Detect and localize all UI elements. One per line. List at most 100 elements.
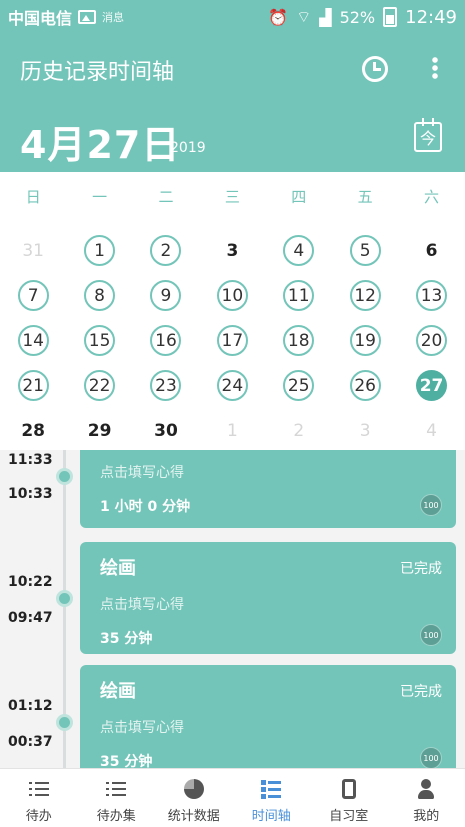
calendar-day[interactable]: 8 <box>66 273 132 318</box>
calendar-day[interactable]: 29 <box>66 408 132 453</box>
day-number: 11 <box>283 280 315 311</box>
status-icons: ⏰ ⌔ ▟ 52% 12:49 <box>268 7 457 28</box>
nav-label: 待办集 <box>96 809 136 824</box>
nav-item-timeline[interactable]: 时间轴 <box>233 769 311 827</box>
calendar-day[interactable]: 20 <box>398 318 464 363</box>
list-icon <box>28 779 49 799</box>
today-calendar-icon[interactable]: 今 <box>414 118 442 152</box>
nav-label: 自习室 <box>329 809 369 824</box>
calendar-day[interactable]: 26 <box>332 363 398 408</box>
timeline-dot <box>56 714 73 731</box>
calendar-day[interactable]: 24 <box>199 363 265 408</box>
battery-icon <box>383 7 398 27</box>
more-options-icon[interactable] <box>432 56 438 80</box>
timeline-card[interactable]: 绘画 已完成 点击填写心得 35 分钟 100 <box>80 665 456 768</box>
day-number: 27 <box>416 370 448 401</box>
calendar-day[interactable]: 10 <box>199 273 265 318</box>
card-duration: 35 分钟 <box>100 754 153 768</box>
day-number: 3 <box>226 240 239 261</box>
completion-badge: 100 <box>420 494 442 516</box>
calendar-day[interactable]: 14 <box>0 318 66 363</box>
list-icon <box>106 779 127 799</box>
calendar-day[interactable]: 18 <box>266 318 332 363</box>
day-number: 2 <box>293 420 305 441</box>
day-number: 5 <box>349 235 381 266</box>
calendar-day[interactable]: 31 <box>0 228 66 273</box>
nav-label: 我的 <box>413 809 440 824</box>
nav-item-statistics[interactable]: 统计数据 <box>155 769 233 827</box>
calendar-day[interactable]: 30 <box>133 408 199 453</box>
day-number: 8 <box>84 280 116 311</box>
day-number: 15 <box>84 325 116 356</box>
calendar-day[interactable]: 21 <box>0 363 66 408</box>
entry-end-time: 10:22 <box>8 574 53 590</box>
day-number: 1 <box>226 420 238 441</box>
nav-label: 待办 <box>25 809 52 824</box>
calendar-week-row: 14 15 16 17 18 19 20 <box>0 318 465 363</box>
calendar-day[interactable]: 1 <box>66 228 132 273</box>
alarm-icon: ⏰ <box>268 7 289 27</box>
calendar-day[interactable]: 2 <box>266 408 332 453</box>
day-number: 24 <box>216 370 248 401</box>
calendar-day[interactable]: 12 <box>332 273 398 318</box>
calendar-day[interactable]: 3 <box>199 228 265 273</box>
pie-chart-icon <box>183 779 204 799</box>
completion-badge: 100 <box>420 624 442 646</box>
entry-start-time: 10:33 <box>8 486 53 502</box>
timeline-card[interactable]: 绘画 已完成 点击填写心得 35 分钟 100 <box>80 542 456 654</box>
study-room-icon <box>341 779 356 799</box>
calendar-day[interactable]: 6 <box>398 228 464 273</box>
card-note[interactable]: 点击填写心得 <box>100 594 184 614</box>
calendar-day[interactable]: 9 <box>133 273 199 318</box>
calendar-day[interactable]: 13 <box>398 273 464 318</box>
nav-label: 时间轴 <box>251 809 291 824</box>
entry-end-time: 01:12 <box>8 698 53 714</box>
notification-text: 消息 <box>102 11 125 24</box>
calendar-day[interactable]: 16 <box>133 318 199 363</box>
calendar-week-row: 21 22 23 24 25 26 27 <box>0 363 465 408</box>
timeline-card[interactable]: 点击填写心得 1 小时 0 分钟 100 <box>80 450 456 528</box>
timeline-dot <box>56 590 73 607</box>
calendar-day[interactable]: 11 <box>266 273 332 318</box>
calendar-day[interactable]: 3 <box>332 408 398 453</box>
battery-percent: 52% <box>339 7 376 27</box>
nav-item-todo-sets[interactable]: 待办集 <box>78 769 156 827</box>
status-bar: 中国电信 消息 ⏰ ⌔ ▟ 52% 12:49 <box>0 0 465 34</box>
nav-item-mine[interactable]: 我的 <box>388 769 465 827</box>
clock-icon[interactable] <box>362 56 388 82</box>
calendar-day[interactable]: 1 <box>199 408 265 453</box>
calendar-day[interactable]: 23 <box>133 363 199 408</box>
day-number: 17 <box>216 325 248 356</box>
app-header: 历史记录时间轴 4月27日 2019 今 <box>0 34 465 172</box>
image-notification-icon <box>78 10 97 24</box>
calendar-day[interactable]: 4 <box>266 228 332 273</box>
card-title: 绘画 <box>100 681 136 702</box>
calendar-day[interactable]: 28 <box>0 408 66 453</box>
app-screen: 中国电信 消息 ⏰ ⌔ ▟ 52% 12:49 历史记录时间轴 4月27日 20… <box>0 0 465 827</box>
weekday-label: 三 <box>224 188 240 206</box>
selected-year: 2019 <box>170 140 206 156</box>
calendar-day[interactable]: 22 <box>66 363 132 408</box>
calendar-day[interactable]: 15 <box>66 318 132 363</box>
calendar-day[interactable]: 19 <box>332 318 398 363</box>
day-number: 28 <box>21 420 46 441</box>
card-status: 已完成 <box>400 684 442 700</box>
calendar-day[interactable]: 4 <box>398 408 464 453</box>
day-number: 21 <box>17 370 49 401</box>
history-timeline[interactable]: 11:33 10:33 点击填写心得 1 小时 0 分钟 100 10:22 0… <box>0 450 465 768</box>
calendar-day[interactable]: 7 <box>0 273 66 318</box>
calendar-day[interactable]: 17 <box>199 318 265 363</box>
day-number: 14 <box>17 325 49 356</box>
nav-item-todo[interactable]: 待办 <box>0 769 78 827</box>
calendar-day[interactable]: 25 <box>266 363 332 408</box>
card-note[interactable]: 点击填写心得 <box>100 717 184 737</box>
calendar-day[interactable]: 2 <box>133 228 199 273</box>
calendar-day-selected[interactable]: 27 <box>398 363 464 408</box>
card-note[interactable]: 点击填写心得 <box>100 462 184 482</box>
wifi-icon: ⌔ <box>296 7 312 26</box>
card-duration: 1 小时 0 分钟 <box>100 499 191 515</box>
calendar-week-row: 31 1 2 3 4 5 6 <box>0 228 465 273</box>
day-number: 1 <box>84 235 116 266</box>
calendar-day[interactable]: 5 <box>332 228 398 273</box>
nav-item-study-room[interactable]: 自习室 <box>310 769 388 827</box>
